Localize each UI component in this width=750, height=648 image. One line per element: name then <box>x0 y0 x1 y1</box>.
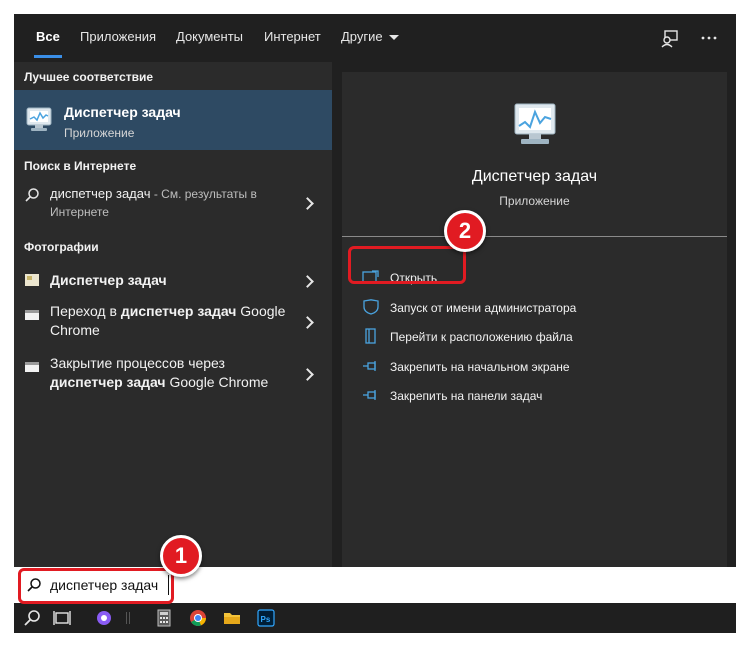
taskbar: Ps <box>14 603 736 633</box>
image-file-icon <box>25 362 39 372</box>
task-view-icon[interactable] <box>52 608 72 628</box>
chevron-down-icon <box>388 35 399 41</box>
more-icon[interactable] <box>699 28 719 48</box>
image-file-icon <box>25 310 39 320</box>
pin-taskbar-label: Закрепить на панели задач <box>390 389 543 403</box>
search-window: Все Приложения Документы Интернет Другие… <box>14 14 736 633</box>
highlight-search <box>18 568 174 604</box>
photo-result-bold: диспетчер задач <box>120 303 237 319</box>
tab-more-label: Другие <box>341 29 383 44</box>
photo-result[interactable]: Диспетчер задач <box>14 267 332 295</box>
divider <box>342 236 727 237</box>
web-search-result[interactable]: диспетчер задач - См. результаты в Интер… <box>14 182 332 226</box>
photo-result-post: Google Chrome <box>165 374 269 390</box>
search-icon <box>25 188 39 202</box>
photo-result-pre: Закрытие процессов через <box>50 355 225 371</box>
search-tabs: Все Приложения Документы Интернет Другие <box>14 14 736 62</box>
folder-icon <box>365 328 376 344</box>
open-location-action[interactable]: Перейти к расположению файла <box>362 327 602 347</box>
best-match-header: Лучшее соответствие <box>24 70 154 84</box>
task-manager-large-icon <box>514 103 556 144</box>
tab-all[interactable]: Все <box>34 14 62 62</box>
photo-result-text: Закрытие процессов через диспетчер задач… <box>50 354 292 392</box>
cortana-icon[interactable] <box>94 608 114 628</box>
photos-header: Фотографии <box>24 240 99 254</box>
web-search-header: Поиск в Интернете <box>24 159 137 173</box>
best-match-item[interactable]: Диспетчер задач Приложение <box>14 90 332 150</box>
step-badge-2: 2 <box>444 210 486 252</box>
pin-icon <box>363 390 376 400</box>
photo-file-icon <box>25 274 39 286</box>
preview-app-type: Приложение <box>499 194 570 208</box>
photo-result-pre: Переход в <box>50 303 121 319</box>
pin-start-label: Закрепить на начальном экране <box>390 360 570 374</box>
search-icon[interactable] <box>22 608 42 628</box>
tab-apps[interactable]: Приложения <box>80 14 156 62</box>
photo-result[interactable]: Переход в диспетчер задач Google Chrome <box>14 302 332 346</box>
photo-result-text: Переход в диспетчер задач Google Chrome <box>50 302 292 340</box>
chevron-right-icon <box>301 316 314 329</box>
feedback-icon[interactable] <box>660 28 680 48</box>
photo-result-text: Диспетчер задач <box>50 271 292 290</box>
file-explorer-icon[interactable] <box>222 608 242 628</box>
tab-documents[interactable]: Документы <box>176 14 243 62</box>
results-pane: Лучшее соответствие Диспетчер задач Прил… <box>14 62 332 567</box>
shield-icon <box>363 299 379 315</box>
chrome-icon[interactable] <box>188 608 208 628</box>
chevron-right-icon <box>301 197 314 210</box>
photo-result[interactable]: Закрытие процессов через диспетчер задач… <box>14 354 332 398</box>
preview-app-name: Диспетчер задач <box>471 168 598 185</box>
web-search-text: диспетчер задач - См. результаты в Интер… <box>50 185 292 221</box>
web-search-suffix: - См. результаты в <box>150 187 257 201</box>
calculator-icon[interactable] <box>154 608 174 628</box>
preview-pane: Диспетчер задач Приложение Открыть Запус… <box>342 72 727 567</box>
open-location-label: Перейти к расположению файла <box>390 330 573 344</box>
best-match-title: Диспетчер задач <box>64 104 181 120</box>
chevron-right-icon <box>301 368 314 381</box>
task-manager-icon <box>26 107 52 131</box>
web-search-query: диспетчер задач <box>50 186 151 201</box>
tab-web[interactable]: Интернет <box>264 14 321 62</box>
photoshop-icon[interactable]: Ps <box>256 608 276 628</box>
taskbar-separator <box>126 612 130 624</box>
photo-result-bold: Диспетчер задач <box>50 272 167 288</box>
pin-start-action[interactable]: Закрепить на начальном экране <box>362 357 602 377</box>
pin-icon <box>363 361 376 371</box>
tab-more[interactable]: Другие <box>341 14 399 62</box>
chevron-right-icon <box>301 275 314 288</box>
step-badge-1: 1 <box>160 535 202 577</box>
highlight-open <box>348 246 466 284</box>
run-as-admin-label: Запуск от имени администратора <box>390 301 577 315</box>
svg-text:Ps: Ps <box>261 615 271 624</box>
web-search-line2: Интернете <box>50 205 109 219</box>
best-match-subtitle: Приложение <box>64 126 135 140</box>
run-as-admin-action[interactable]: Запуск от имени администратора <box>362 298 602 318</box>
pin-taskbar-action[interactable]: Закрепить на панели задач <box>362 386 602 406</box>
photo-result-bold: диспетчер задач <box>50 374 166 390</box>
